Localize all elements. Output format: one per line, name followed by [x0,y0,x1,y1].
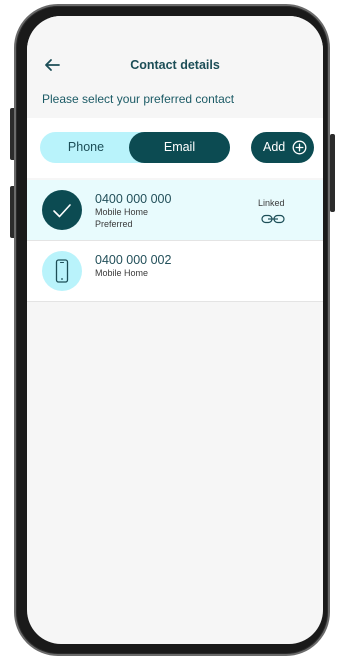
linked-status: Linked [258,198,285,208]
page-subtitle: Please select your preferred contact [42,92,235,106]
add-button-label: Add [263,140,286,154]
contact-type-toggle: Phone Email [40,132,230,163]
toggle-phone[interactable]: Phone [40,132,132,163]
add-contact-button[interactable]: Add [251,132,314,163]
contact-type: Mobile Home [95,207,149,217]
checkmark-icon [42,190,82,230]
contact-type-toolbar: Phone Email Add [27,118,323,178]
contact-type: Mobile Home [95,268,149,278]
toggle-email[interactable]: Email [129,132,230,163]
page-title: Contact details [130,58,220,72]
preferred-label: Preferred [95,219,133,229]
plus-circle-icon [292,140,307,155]
contact-item-preferred[interactable]: 0400 000 000 Mobile Home Preferred Linke… [27,180,323,240]
contact-number: 0400 000 000 [95,192,172,206]
contact-number: 0400 000 002 [95,253,172,267]
mobile-phone-icon [42,251,82,291]
page-header: Contact details Please select your prefe… [27,16,323,118]
app-screen: Contact details Please select your prefe… [27,16,323,644]
contact-item[interactable]: 0400 000 002 Mobile Home [27,241,323,301]
power-button [330,134,335,212]
divider [27,301,323,302]
link-icon [261,211,285,224]
